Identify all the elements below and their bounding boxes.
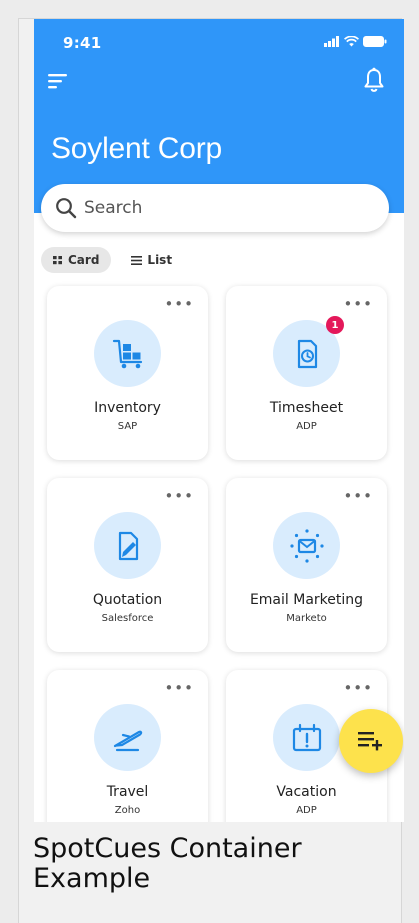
add-to-list-fab[interactable]: [339, 709, 403, 773]
app-vendor: ADP: [296, 421, 317, 432]
app-name: Quotation: [92, 592, 163, 608]
add-to-list-icon: [358, 732, 382, 751]
app-icon-circle: [273, 512, 340, 579]
app-card-travel[interactable]: ••• Travel Zoho: [47, 670, 208, 822]
app-card-timesheet[interactable]: ••• 1 Timesheet ADP: [226, 286, 387, 460]
app-name: Vacation: [276, 784, 337, 800]
app-card-quotation[interactable]: ••• Quotation Salesforce: [47, 478, 208, 652]
search-bar[interactable]: [41, 184, 389, 232]
app-name: Timesheet: [269, 400, 344, 416]
app-icon-circle: [94, 704, 161, 771]
list-icon: [131, 255, 143, 265]
more-options-icon[interactable]: •••: [164, 679, 194, 697]
vacation-calendar-icon: [292, 723, 321, 751]
app-icon-circle: [94, 512, 161, 579]
grid-icon: [53, 255, 62, 264]
phone-screen: 9:41 Soylent Corp Search Card List ••• I…: [34, 19, 404, 822]
app-vendor: Marketo: [286, 613, 327, 624]
card-view-label: Card: [68, 253, 100, 267]
app-vendor: Zoho: [114, 805, 141, 816]
hamburger-menu-icon: [48, 74, 67, 89]
app-name: Inventory: [94, 400, 161, 416]
more-options-icon[interactable]: •••: [343, 295, 373, 313]
app-vendor: SAP: [117, 421, 138, 432]
example-frame: 9:41 Soylent Corp Search Card List ••• I…: [18, 18, 404, 923]
quotation-document-icon: [118, 531, 138, 560]
app-card-inventory[interactable]: ••• Inventory SAP: [47, 286, 208, 460]
battery-icon: [363, 36, 387, 47]
app-card-email-marketing[interactable]: ••• Email Marketing Marketo: [226, 478, 387, 652]
app-icon-circle: 1: [273, 316, 344, 387]
bell-icon: [364, 67, 384, 92]
view-toggle: Card List: [41, 247, 184, 273]
inventory-cart-icon: [112, 339, 142, 368]
app-vendor: ADP: [296, 805, 317, 816]
menu-button[interactable]: [47, 72, 69, 90]
more-options-icon[interactable]: •••: [164, 295, 194, 313]
wifi-icon: [344, 36, 359, 47]
app-vendor: Salesforce: [101, 613, 154, 624]
list-view-button[interactable]: List: [119, 247, 184, 273]
more-options-icon[interactable]: •••: [343, 679, 373, 697]
status-time: 9:41: [63, 34, 102, 52]
app-name: Travel: [106, 784, 149, 800]
email-marketing-icon: [289, 528, 324, 563]
more-options-icon[interactable]: •••: [164, 487, 194, 505]
notification-badge: 1: [326, 316, 344, 334]
search-input[interactable]: [84, 198, 364, 218]
app-icon-circle: [94, 320, 161, 387]
more-options-icon[interactable]: •••: [343, 487, 373, 505]
status-icons: [324, 36, 387, 47]
app-icon-circle: [273, 704, 340, 771]
page-title: Soylent Corp: [51, 132, 223, 165]
travel-plane-icon: [113, 730, 142, 751]
timesheet-icon: [297, 339, 317, 368]
list-view-label: List: [147, 253, 173, 267]
notifications-button[interactable]: [363, 67, 385, 93]
app-name: Email Marketing: [249, 592, 364, 608]
signal-icon: [324, 36, 339, 47]
search-icon: [56, 198, 77, 219]
card-view-button[interactable]: Card: [41, 247, 112, 273]
status-bar: 9:41: [34, 33, 404, 55]
example-caption: SpotCues Container Example: [33, 833, 302, 894]
